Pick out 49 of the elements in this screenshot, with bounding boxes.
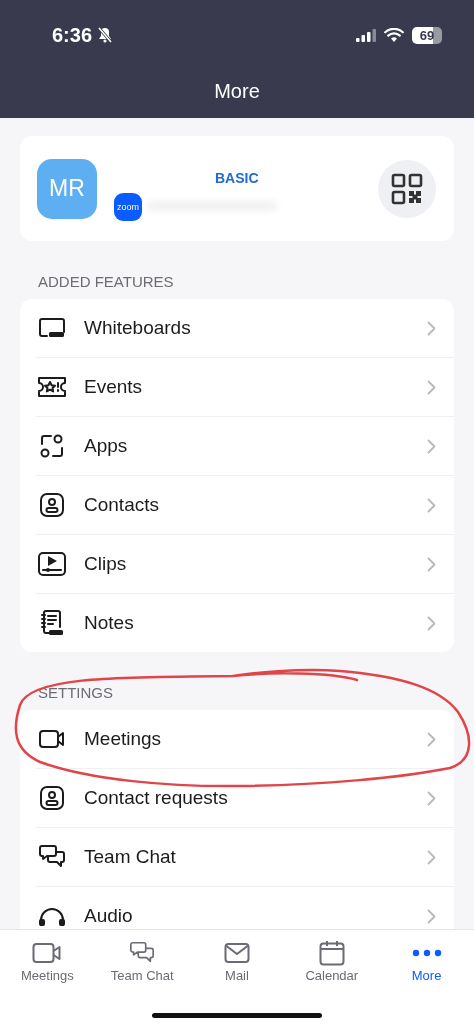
envelope-icon bbox=[224, 942, 250, 964]
tab[interactable]: Team Chat bbox=[94, 930, 190, 1002]
video-camera-icon bbox=[38, 729, 66, 749]
qr-code-icon bbox=[391, 172, 423, 205]
chevron-icon bbox=[427, 615, 436, 631]
chevron-icon bbox=[427, 908, 436, 924]
section-header: ADDED FEATURES bbox=[37, 272, 175, 292]
chevron-icon bbox=[427, 849, 436, 865]
battery-indicator: 69 bbox=[412, 26, 442, 44]
contact-card-icon bbox=[39, 492, 65, 518]
menu-item[interactable]: Clips bbox=[36, 534, 454, 593]
tab[interactable]: Mail bbox=[189, 930, 285, 1002]
clip-icon bbox=[37, 551, 67, 577]
headphones-icon bbox=[38, 906, 66, 926]
chevron-icon bbox=[427, 731, 436, 747]
app-badge: zoom bbox=[114, 192, 142, 221]
menu-item[interactable]: Team Chat bbox=[36, 827, 454, 886]
section-header: SETTINGS bbox=[37, 683, 114, 703]
tab[interactable]: More bbox=[379, 930, 474, 1002]
menu-item[interactable]: Meetings bbox=[36, 710, 454, 768]
menu-item[interactable]: Contacts bbox=[36, 475, 454, 534]
contact-card-icon bbox=[39, 785, 65, 811]
menu-item[interactable]: Notes bbox=[36, 593, 454, 652]
tab[interactable]: Calendar bbox=[284, 930, 380, 1002]
page-title: More bbox=[214, 80, 260, 103]
signal-icon bbox=[356, 28, 376, 42]
tab[interactable]: Meetings bbox=[0, 930, 95, 1002]
notebook-icon bbox=[39, 609, 65, 637]
calendar-icon bbox=[318, 940, 345, 966]
menu-item[interactable]: Apps bbox=[36, 416, 454, 475]
menu-item[interactable]: Contact requests bbox=[36, 768, 454, 827]
wifi-icon bbox=[384, 28, 404, 42]
chevron-icon bbox=[427, 438, 436, 454]
menu-item[interactable]: Whiteboards bbox=[36, 299, 454, 357]
more-dots-icon bbox=[411, 949, 442, 957]
chevron-icon bbox=[427, 320, 436, 336]
plan-label: BASIC bbox=[215, 169, 259, 186]
chevron-icon bbox=[427, 556, 436, 572]
chevron-icon bbox=[427, 790, 436, 806]
apps-icon bbox=[39, 433, 65, 459]
whiteboard-icon bbox=[38, 317, 66, 339]
video-camera-icon bbox=[32, 942, 63, 964]
status-time: 6:36 bbox=[52, 23, 93, 47]
bell-slash-icon bbox=[97, 27, 114, 43]
chevron-icon bbox=[427, 497, 436, 513]
menu-item[interactable]: Events bbox=[36, 357, 454, 416]
chat-bubbles-icon bbox=[38, 844, 66, 870]
chevron-icon bbox=[427, 379, 436, 395]
ticket-icon bbox=[37, 376, 67, 398]
